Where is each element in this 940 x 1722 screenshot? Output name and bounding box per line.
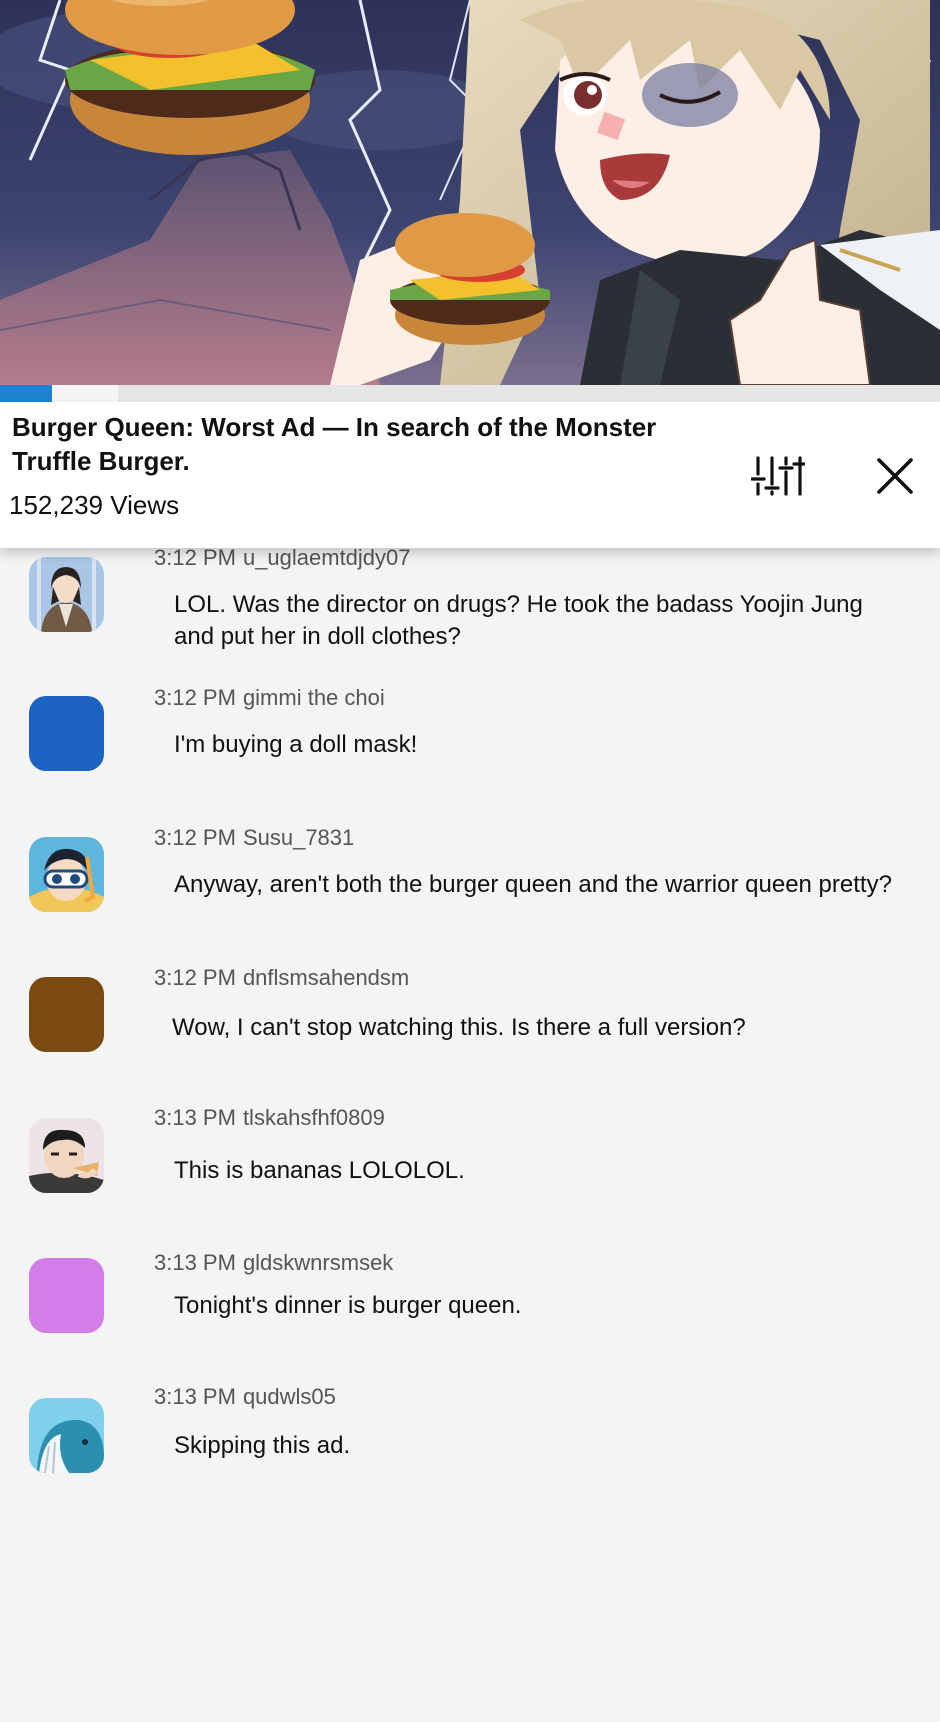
comment-text: Wow, I can't stop watching this. Is ther… [172,1014,746,1041]
settings-button[interactable] [748,446,808,506]
comment-meta: 3:12 PM dnflsmsahendsm [154,965,409,991]
comment-time: 3:13 PM [154,1250,236,1275]
comment-meta: 3:13 PM gldskwnrsmsek [154,1250,393,1276]
view-count: 152,239 Views [9,490,180,520]
comment-meta: 3:12 PM gimmi the choi [154,685,385,711]
whale-avatar[interactable] [29,1398,104,1473]
video-frame-illustration [0,0,940,385]
comment-item: 3:13 PM gldskwnrsmsek Tonight's dinner is… [0,1250,940,1370]
snorkel-boy-avatar[interactable] [29,837,104,912]
comment-meta: 3:13 PM qudwls05 [154,1384,336,1410]
comment-text: Anyway, aren't both the burger queen and… [174,871,892,898]
close-button[interactable] [865,446,925,506]
comment-username[interactable]: Susu_7831 [243,825,354,850]
comment-time: 3:12 PM [154,825,236,850]
comment-text: I'm buying a doll mask! [174,731,418,758]
brown-default-avatar[interactable] [29,977,104,1052]
blue-default-avatar[interactable] [29,696,104,771]
comment-time: 3:12 PM [154,685,236,710]
video-player[interactable] [0,0,940,385]
comment-time: 3:12 PM [154,545,236,570]
comment-text: Skipping this ad. [174,1432,351,1459]
man-eating-avatar[interactable] [29,1118,104,1193]
comment-username[interactable]: gldskwnrsmsek [243,1250,393,1275]
comment-meta: 3:13 PM tlskahsfhf0809 [154,1105,385,1131]
woman-suit-avatar[interactable] [29,557,104,632]
video-progress-bar[interactable] [0,385,940,402]
comment-time: 3:12 PM [154,965,236,990]
comment-username[interactable]: gimmi the choi [243,685,385,710]
comment-text: This is bananas LOLOLOL. [174,1157,465,1184]
comment-time: 3:13 PM [154,1384,236,1409]
comment-item: 3:12 PM dnflsmsahendsm Wow, I can't stop … [0,965,940,1085]
comment-time: 3:13 PM [154,1105,236,1130]
sliders-icon [751,456,805,496]
comment-meta: 3:12 PM u_uglaemtdjdy07 [154,545,411,571]
comment-item: 3:12 PM gimmi the choi I'm buying a doll … [0,685,940,805]
comment-meta: 3:12 PM Susu_7831 [154,825,354,851]
video-progress-fill [0,385,52,402]
comment-username[interactable]: qudwls05 [243,1384,336,1409]
comment-text: LOL. Was the director on drugs? He took … [174,591,863,650]
video-info-panel: Burger Queen: Worst Ad — In search of th… [0,402,940,548]
comment-item: 3:12 PM Susu_7831 Anyway, aren't both the… [0,825,940,945]
comment-item: 3:13 PM qudwls05 Skipping this ad. [0,1384,940,1504]
comment-item: 3:12 PM u_uglaemtdjdy07 LOL. Was the dire… [0,545,940,665]
violet-default-avatar[interactable] [29,1258,104,1333]
video-title: Burger Queen: Worst Ad — In search of th… [12,412,657,476]
comment-username[interactable]: tlskahsfhf0809 [243,1105,385,1130]
comment-item: 3:13 PM tlskahsfhf0809 This is bananas LO… [0,1105,940,1225]
comment-username[interactable]: u_uglaemtdjdy07 [243,545,411,570]
comment-username[interactable]: dnflsmsahendsm [243,965,409,990]
close-icon [877,458,913,494]
comment-text: Tonight's dinner is burger queen. [174,1292,522,1319]
